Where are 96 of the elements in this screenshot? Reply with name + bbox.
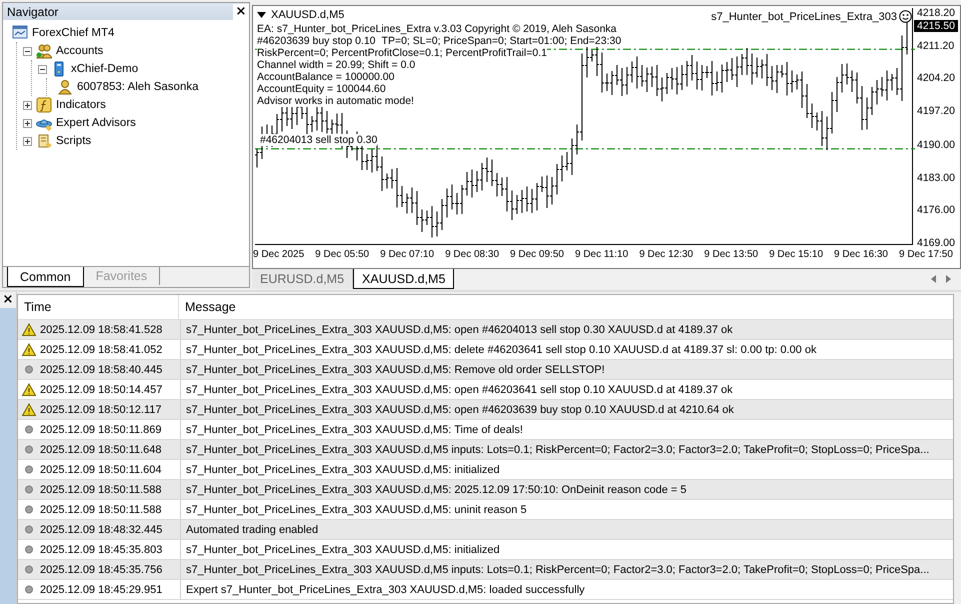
log-message: Automated trading enabled: [185, 524, 318, 536]
close-button[interactable]: ×: [0, 292, 16, 308]
log-time: 2025.12.09 18:50:12.117: [40, 404, 162, 416]
tree-item[interactable]: Scripts: [56, 135, 92, 147]
dot-icon: [22, 503, 36, 516]
tree-item[interactable]: 6007853: Aleh Sasonka: [77, 81, 198, 93]
log-time: 2025.12.09 18:58:41.528: [40, 324, 162, 336]
price-label: 4190.00: [917, 139, 955, 151]
right-arrow-icon: [946, 275, 951, 283]
time-label: 9 Dec 08:30: [445, 249, 500, 260]
warning-icon: [22, 323, 36, 336]
left-arrow-icon: [931, 275, 936, 283]
expert-name: s7_Hunter_bot_PriceLines_Extra_303: [711, 10, 897, 22]
log-time: 2025.12.09 18:45:29.951: [40, 584, 162, 596]
time-label: 9 Dec 12:30: [639, 249, 694, 260]
chart-tab[interactable]: XAUUSD.d,M5: [353, 269, 454, 289]
log-time: 2025.12.09 18:50:14.457: [40, 384, 162, 396]
price-label: 4176.00: [917, 204, 955, 216]
collapse-icon[interactable]: [38, 64, 47, 74]
log-message: s7_Hunter_bot_PriceLines_Extra_303 XAUUSD.d,M5: Time of deals!: [185, 424, 523, 436]
dropdown-icon: [257, 12, 266, 18]
price-label: 4211.20: [917, 40, 954, 52]
price-label: 4169.00: [917, 237, 955, 249]
time-label: 9 Dec 2025: [253, 249, 304, 260]
log-message: s7_Hunter_bot_PriceLines_Extra_303 XAUUSD.d,M5: open #46203641 sell stop 0.10 XAUUSD.d at 4189.37 ok: [185, 384, 733, 396]
log-time: 2025.12.09 18:50:11.588: [40, 504, 162, 516]
tree-item[interactable]: xChief-Demo: [71, 63, 138, 75]
dot-icon: [22, 523, 36, 536]
log-message: s7_Hunter_bot_PriceLines_Extra_303 XAUUSD.d,M5 inputs: Lots=0.1; RiskPercent=0; Factor2=3.0; Factor3=2.0; TakeProfit=0; StopLoss=0; PriceSpa...: [185, 564, 930, 576]
tree-item[interactable]: Expert Advisors: [56, 117, 136, 129]
dot-icon: [22, 563, 36, 576]
warning-icon: [22, 383, 36, 396]
expand-icon[interactable]: [23, 118, 32, 128]
expand-icon[interactable]: [23, 136, 32, 146]
time-label: 9 Dec 07:10: [380, 249, 434, 260]
dot-icon: [22, 423, 36, 436]
price-label: 4197.20: [917, 105, 955, 117]
log-time: 2025.12.09 18:58:41.052: [40, 344, 162, 356]
log-message: s7_Hunter_bot_PriceLines_Extra_303 XAUUSD.d,M5: open #46204013 sell stop 0.30 XAUUSD.d at 4189.37 ok: [185, 324, 733, 336]
time-label: 9 Dec 16:30: [834, 249, 888, 260]
scroll-right-button[interactable]: [946, 275, 951, 283]
price-label: 4204.20: [917, 72, 955, 84]
user-icon: [57, 79, 73, 95]
warning-icon: [22, 343, 36, 356]
log-message: Expert s7_Hunter_bot_PriceLines_Extra_303 XAUUSD.d,M5: loaded successfully: [185, 584, 585, 596]
column-header[interactable]: Time: [18, 295, 179, 319]
chart-symbol: XAUUSD.d,M5: [271, 9, 344, 21]
log-message: s7_Hunter_bot_PriceLines_Extra_303 XAUUSD.d,M5: open #46203639 buy stop 0.10 XAUUSD.d at 4210.64 ok: [185, 404, 734, 416]
tree-item[interactable]: ForexChief MT4: [32, 27, 114, 39]
time-label: 9 Dec 17:50: [899, 249, 953, 260]
chart-tab[interactable]: EURUSD.d,M5: [252, 269, 354, 289]
expand-icon[interactable]: [23, 100, 32, 110]
dot-icon: [22, 543, 36, 556]
time-label: 9 Dec 15:10: [769, 249, 824, 260]
log-message: s7_Hunter_bot_PriceLines_Extra_303 XAUUSD.d,M5: delete #46203641 sell stop 0.10 XAUUSD.d at 4189.37 sl: 0.00 tp: 0.00 ok: [185, 344, 816, 356]
warning-icon: [22, 403, 36, 416]
price-label: 4183.00: [917, 172, 955, 184]
log-time: 2025.12.09 18:50:11.604: [40, 464, 162, 476]
time-label: 9 Dec 09:50: [510, 249, 564, 260]
panel-tab[interactable]: Common: [7, 267, 84, 287]
time-label: 9 Dec 05:50: [315, 249, 370, 260]
log-time: 2025.12.09 18:50:11.869: [40, 424, 162, 436]
scroll-icon: [36, 133, 52, 149]
log-time: 2025.12.09 18:48:32.445: [40, 524, 162, 536]
time-label: 9 Dec 13:50: [704, 249, 758, 260]
dot-icon: [22, 483, 36, 496]
tree-item[interactable]: Accounts: [56, 45, 104, 57]
log-message: s7_Hunter_bot_PriceLines_Extra_303 XAUUSD.d,M5: initialized: [185, 464, 500, 476]
current-price-label: 4215.50: [914, 20, 958, 32]
order-label: #46204013 sell stop 0.30: [260, 134, 378, 146]
panel-title: Navigator: [7, 4, 58, 18]
order-label: #46203639 buy stop 0.10: [257, 35, 376, 47]
scroll-left-button[interactable]: [931, 275, 936, 283]
dot-icon: [22, 463, 36, 476]
dot-icon: [22, 443, 36, 456]
time-label: 9 Dec 11:10: [574, 249, 628, 260]
log-message: s7_Hunter_bot_PriceLines_Extra_303 XAUUSD.d,M5: Remove old order SELLSTOP!: [185, 364, 605, 376]
dot-icon: [22, 583, 36, 596]
log-time: 2025.12.09 18:45:35.803: [40, 544, 162, 556]
terminal-icon: [12, 25, 28, 41]
collapse-icon[interactable]: [23, 46, 32, 56]
price-label: 4218.20: [917, 7, 955, 19]
users-icon: [36, 43, 52, 59]
log-message: s7_Hunter_bot_PriceLines_Extra_303 XAUUSD.d,M5: uninit reason 5: [185, 504, 527, 516]
column-header[interactable]: Message: [179, 295, 242, 319]
tree-item[interactable]: Indicators: [56, 99, 106, 111]
close-button[interactable]: ×: [233, 4, 249, 20]
log-time: 2025.12.09 18:50:11.588: [40, 484, 162, 496]
log-message: s7_Hunter_bot_PriceLines_Extra_303 XAUUSD.d,M5 inputs: Lots=0.1; RiskPercent=0; Factor2=3.0; Factor3=2.0; TakeProfit=0; StopLoss=0; PriceSpa...: [185, 444, 930, 456]
log-message: s7_Hunter_bot_PriceLines_Extra_303 XAUUSD.d,M5: 2025.12.09 17:50:10: OnDeinit reason code = 5: [185, 484, 687, 496]
log-time: 2025.12.09 18:50:11.648: [40, 444, 162, 456]
function-icon: [36, 97, 52, 113]
dot-icon: [22, 363, 36, 376]
log-message: s7_Hunter_bot_PriceLines_Extra_303 XAUUSD.d,M5: initialized: [185, 544, 500, 556]
log-time: 2025.12.09 18:58:40.445: [40, 364, 162, 376]
log-time: 2025.12.09 18:45:35.756: [40, 564, 162, 576]
